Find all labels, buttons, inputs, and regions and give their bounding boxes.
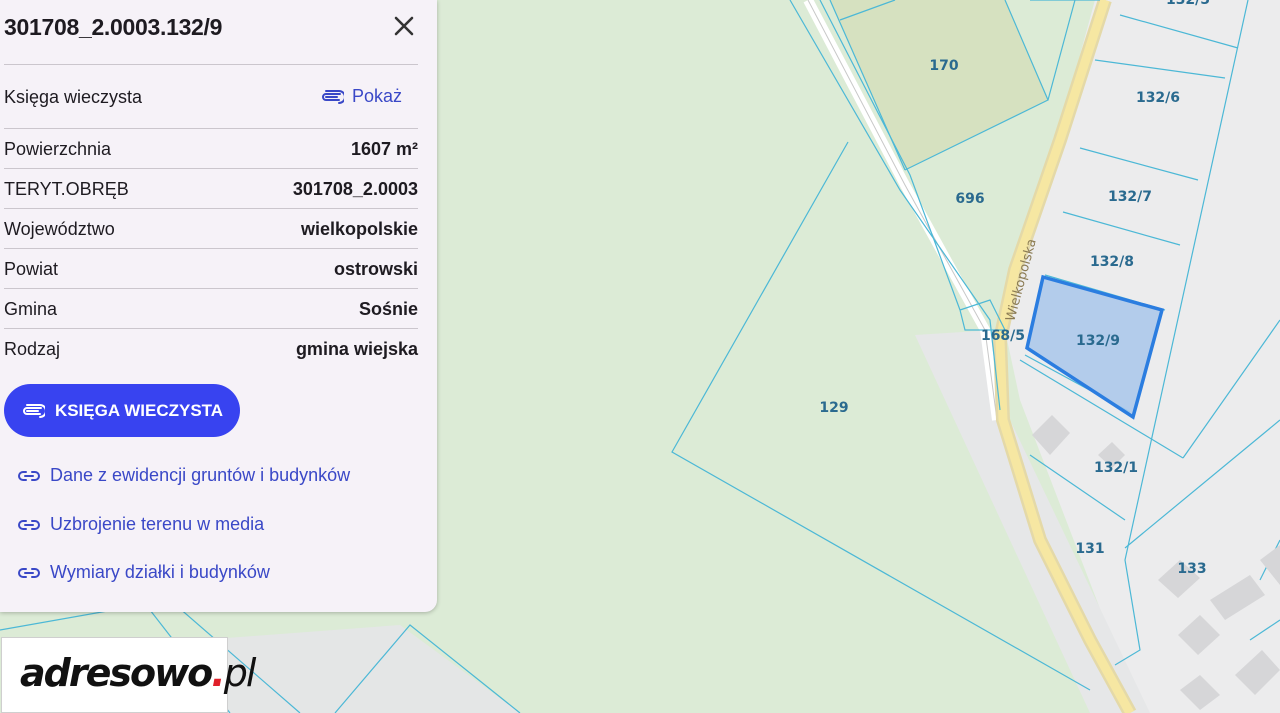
- county-label: Powiat: [4, 259, 59, 279]
- close-button[interactable]: [390, 12, 418, 40]
- divider: [4, 288, 418, 289]
- parcel-label-132-6: 132/6: [1136, 90, 1180, 106]
- divider: [4, 168, 418, 169]
- utilities-link-label: Uzbrojenie terenu w media: [50, 514, 265, 534]
- show-kw-link[interactable]: Pokaż: [320, 86, 402, 107]
- logo-main: adresowo: [20, 651, 213, 695]
- teryt-value: 301708_2.0003: [292, 179, 418, 199]
- commune-value: Sośnie: [358, 299, 418, 319]
- close-icon: [394, 16, 414, 36]
- county-value: ostrowski: [333, 259, 418, 279]
- parcel-label-168-5: 168/5: [981, 328, 1025, 344]
- parcel-label-696: 696: [955, 191, 984, 207]
- parcel-info-panel: 301708_2.0003.132/9 Księga wieczysta Pok…: [0, 0, 437, 612]
- commune-label: Gmina: [4, 299, 58, 319]
- dimensions-link-label: Wymiary działki i budynków: [50, 562, 270, 582]
- land-registry-link-label: Dane z ewidencji gruntów i budynków: [50, 465, 351, 485]
- attachment-icon: [23, 403, 45, 418]
- dimensions-link[interactable]: Wymiary działki i budynków: [18, 562, 270, 583]
- adresowo-logo[interactable]: adresowo.pl: [1, 637, 256, 713]
- parcel-label-132-8: 132/8: [1090, 254, 1134, 270]
- parcel-label-131: 131: [1075, 541, 1104, 557]
- attachment-icon: [322, 89, 344, 104]
- parcel-label-132-7: 132/7: [1108, 189, 1152, 205]
- parcel-label-129: 129: [819, 400, 848, 416]
- land-registry-link[interactable]: Dane z ewidencji gruntów i budynków: [18, 465, 350, 486]
- logo-dot: .: [211, 651, 226, 695]
- voivodeship-label: Województwo: [4, 219, 115, 239]
- link-icon: [18, 567, 40, 578]
- logo-suffix: pl: [223, 651, 257, 695]
- parcel-label-133: 133: [1177, 561, 1206, 577]
- parcel-label-132-5: 132/5: [1166, 0, 1210, 8]
- parcel-title: 301708_2.0003.132/9: [4, 14, 223, 40]
- link-icon: [18, 519, 40, 530]
- show-kw-label: Pokaż: [352, 86, 403, 106]
- kw-button[interactable]: KSIĘGA WIECZYSTA: [4, 384, 240, 437]
- divider: [4, 208, 418, 209]
- type-value: gmina wiejska: [295, 339, 418, 359]
- parcel-label-170: 170: [929, 58, 958, 74]
- utilities-link[interactable]: Uzbrojenie terenu w media: [18, 514, 264, 535]
- divider: [4, 248, 418, 249]
- kw-button-label: KSIĘGA WIECZYSTA: [54, 400, 224, 420]
- teryt-label: TERYT.OBRĘB: [4, 179, 129, 199]
- divider: [4, 64, 418, 65]
- parcel-label-132-9: 132/9: [1076, 333, 1120, 349]
- area-value: 1607 m²: [350, 139, 418, 159]
- parcel-label-132-1: 132/1: [1094, 460, 1138, 476]
- divider: [4, 328, 418, 329]
- kw-label: Księga wieczysta: [4, 87, 143, 107]
- voivodeship-value: wielkopolskie: [300, 219, 418, 239]
- type-label: Rodzaj: [4, 339, 61, 359]
- area-label: Powierzchnia: [4, 139, 112, 159]
- divider: [4, 128, 418, 129]
- link-icon: [18, 470, 40, 481]
